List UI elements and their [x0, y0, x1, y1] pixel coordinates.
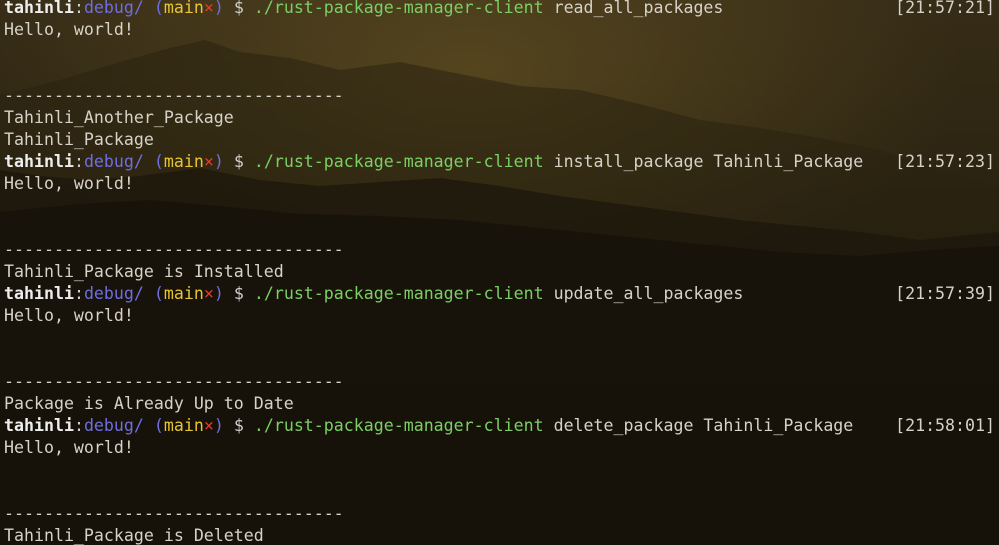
prompt-paren-open: ( [153, 152, 164, 171]
terminal-output[interactable]: tahinli:debug/ (main×) $ ./rust-package-… [4, 0, 995, 545]
prompt-paren-open: ( [153, 0, 164, 17]
prompt-directory: debug/ [83, 284, 144, 303]
prompt-paren-open: ( [153, 284, 164, 303]
prompt-user: tahinli [4, 152, 74, 171]
command-timestamp: [21:58:01] [895, 416, 995, 435]
prompt-line: tahinli:debug/ (main×) $ ./rust-package-… [4, 415, 995, 437]
prompt-symbol: $ [233, 284, 244, 303]
prompt-paren-close: ) [213, 284, 224, 303]
git-branch: main [163, 416, 204, 435]
result-line: Tahinli_Package is Deleted [4, 526, 264, 545]
command-arguments: delete_package Tahinli_Package [553, 416, 854, 435]
git-branch: main [163, 0, 204, 17]
git-dirty-icon: × [203, 416, 214, 435]
prompt-user: tahinli [4, 0, 74, 17]
prompt-paren-open: ( [153, 416, 164, 435]
prompt-colon: : [73, 152, 84, 171]
command-executable: ./rust-package-manager-client [253, 284, 544, 303]
git-dirty-icon: × [203, 284, 214, 303]
command-arguments: install_package Tahinli_Package [553, 152, 864, 171]
prompt-colon: : [73, 284, 84, 303]
git-dirty-icon: × [203, 0, 214, 17]
output-line: Hello, world! [4, 438, 134, 457]
separator-line: ---------------------------------- [4, 86, 344, 105]
separator-line: ---------------------------------- [4, 240, 344, 259]
result-line: Tahinli_Package [4, 130, 154, 149]
command-timestamp: [21:57:23] [895, 152, 995, 171]
result-line: Tahinli_Package is Installed [4, 262, 284, 281]
command-executable: ./rust-package-manager-client [253, 0, 544, 17]
prompt-paren-close: ) [213, 152, 224, 171]
git-dirty-icon: × [203, 152, 214, 171]
command-arguments: read_all_packages [553, 0, 724, 17]
git-branch: main [163, 284, 204, 303]
prompt-symbol: $ [233, 0, 244, 17]
prompt-line: tahinli:debug/ (main×) $ ./rust-package-… [4, 151, 995, 173]
prompt-line: tahinli:debug/ (main×) $ ./rust-package-… [4, 0, 995, 19]
command-arguments: update_all_packages [553, 284, 744, 303]
command-timestamp: [21:57:39] [895, 284, 995, 303]
git-branch: main [163, 152, 204, 171]
prompt-symbol: $ [233, 416, 244, 435]
prompt-paren-close: ) [213, 416, 224, 435]
prompt-directory: debug/ [83, 416, 144, 435]
output-line: Hello, world! [4, 174, 134, 193]
command-executable: ./rust-package-manager-client [253, 416, 544, 435]
result-line: Package is Already Up to Date [4, 394, 294, 413]
output-line: Hello, world! [4, 20, 134, 39]
prompt-symbol: $ [233, 152, 244, 171]
prompt-user: tahinli [4, 284, 74, 303]
terminal-window[interactable]: tahinli:debug/ (main×) $ ./rust-package-… [0, 0, 999, 545]
command-executable: ./rust-package-manager-client [253, 152, 544, 171]
prompt-user: tahinli [4, 416, 74, 435]
result-line: Tahinli_Another_Package [4, 108, 234, 127]
separator-line: ---------------------------------- [4, 372, 344, 391]
prompt-colon: : [73, 0, 84, 17]
prompt-paren-close: ) [213, 0, 224, 17]
separator-line: ---------------------------------- [4, 504, 344, 523]
output-line: Hello, world! [4, 306, 134, 325]
command-timestamp: [21:57:21] [895, 0, 995, 17]
prompt-line: tahinli:debug/ (main×) $ ./rust-package-… [4, 283, 995, 305]
prompt-colon: : [73, 416, 84, 435]
prompt-directory: debug/ [83, 0, 144, 17]
prompt-directory: debug/ [83, 152, 144, 171]
